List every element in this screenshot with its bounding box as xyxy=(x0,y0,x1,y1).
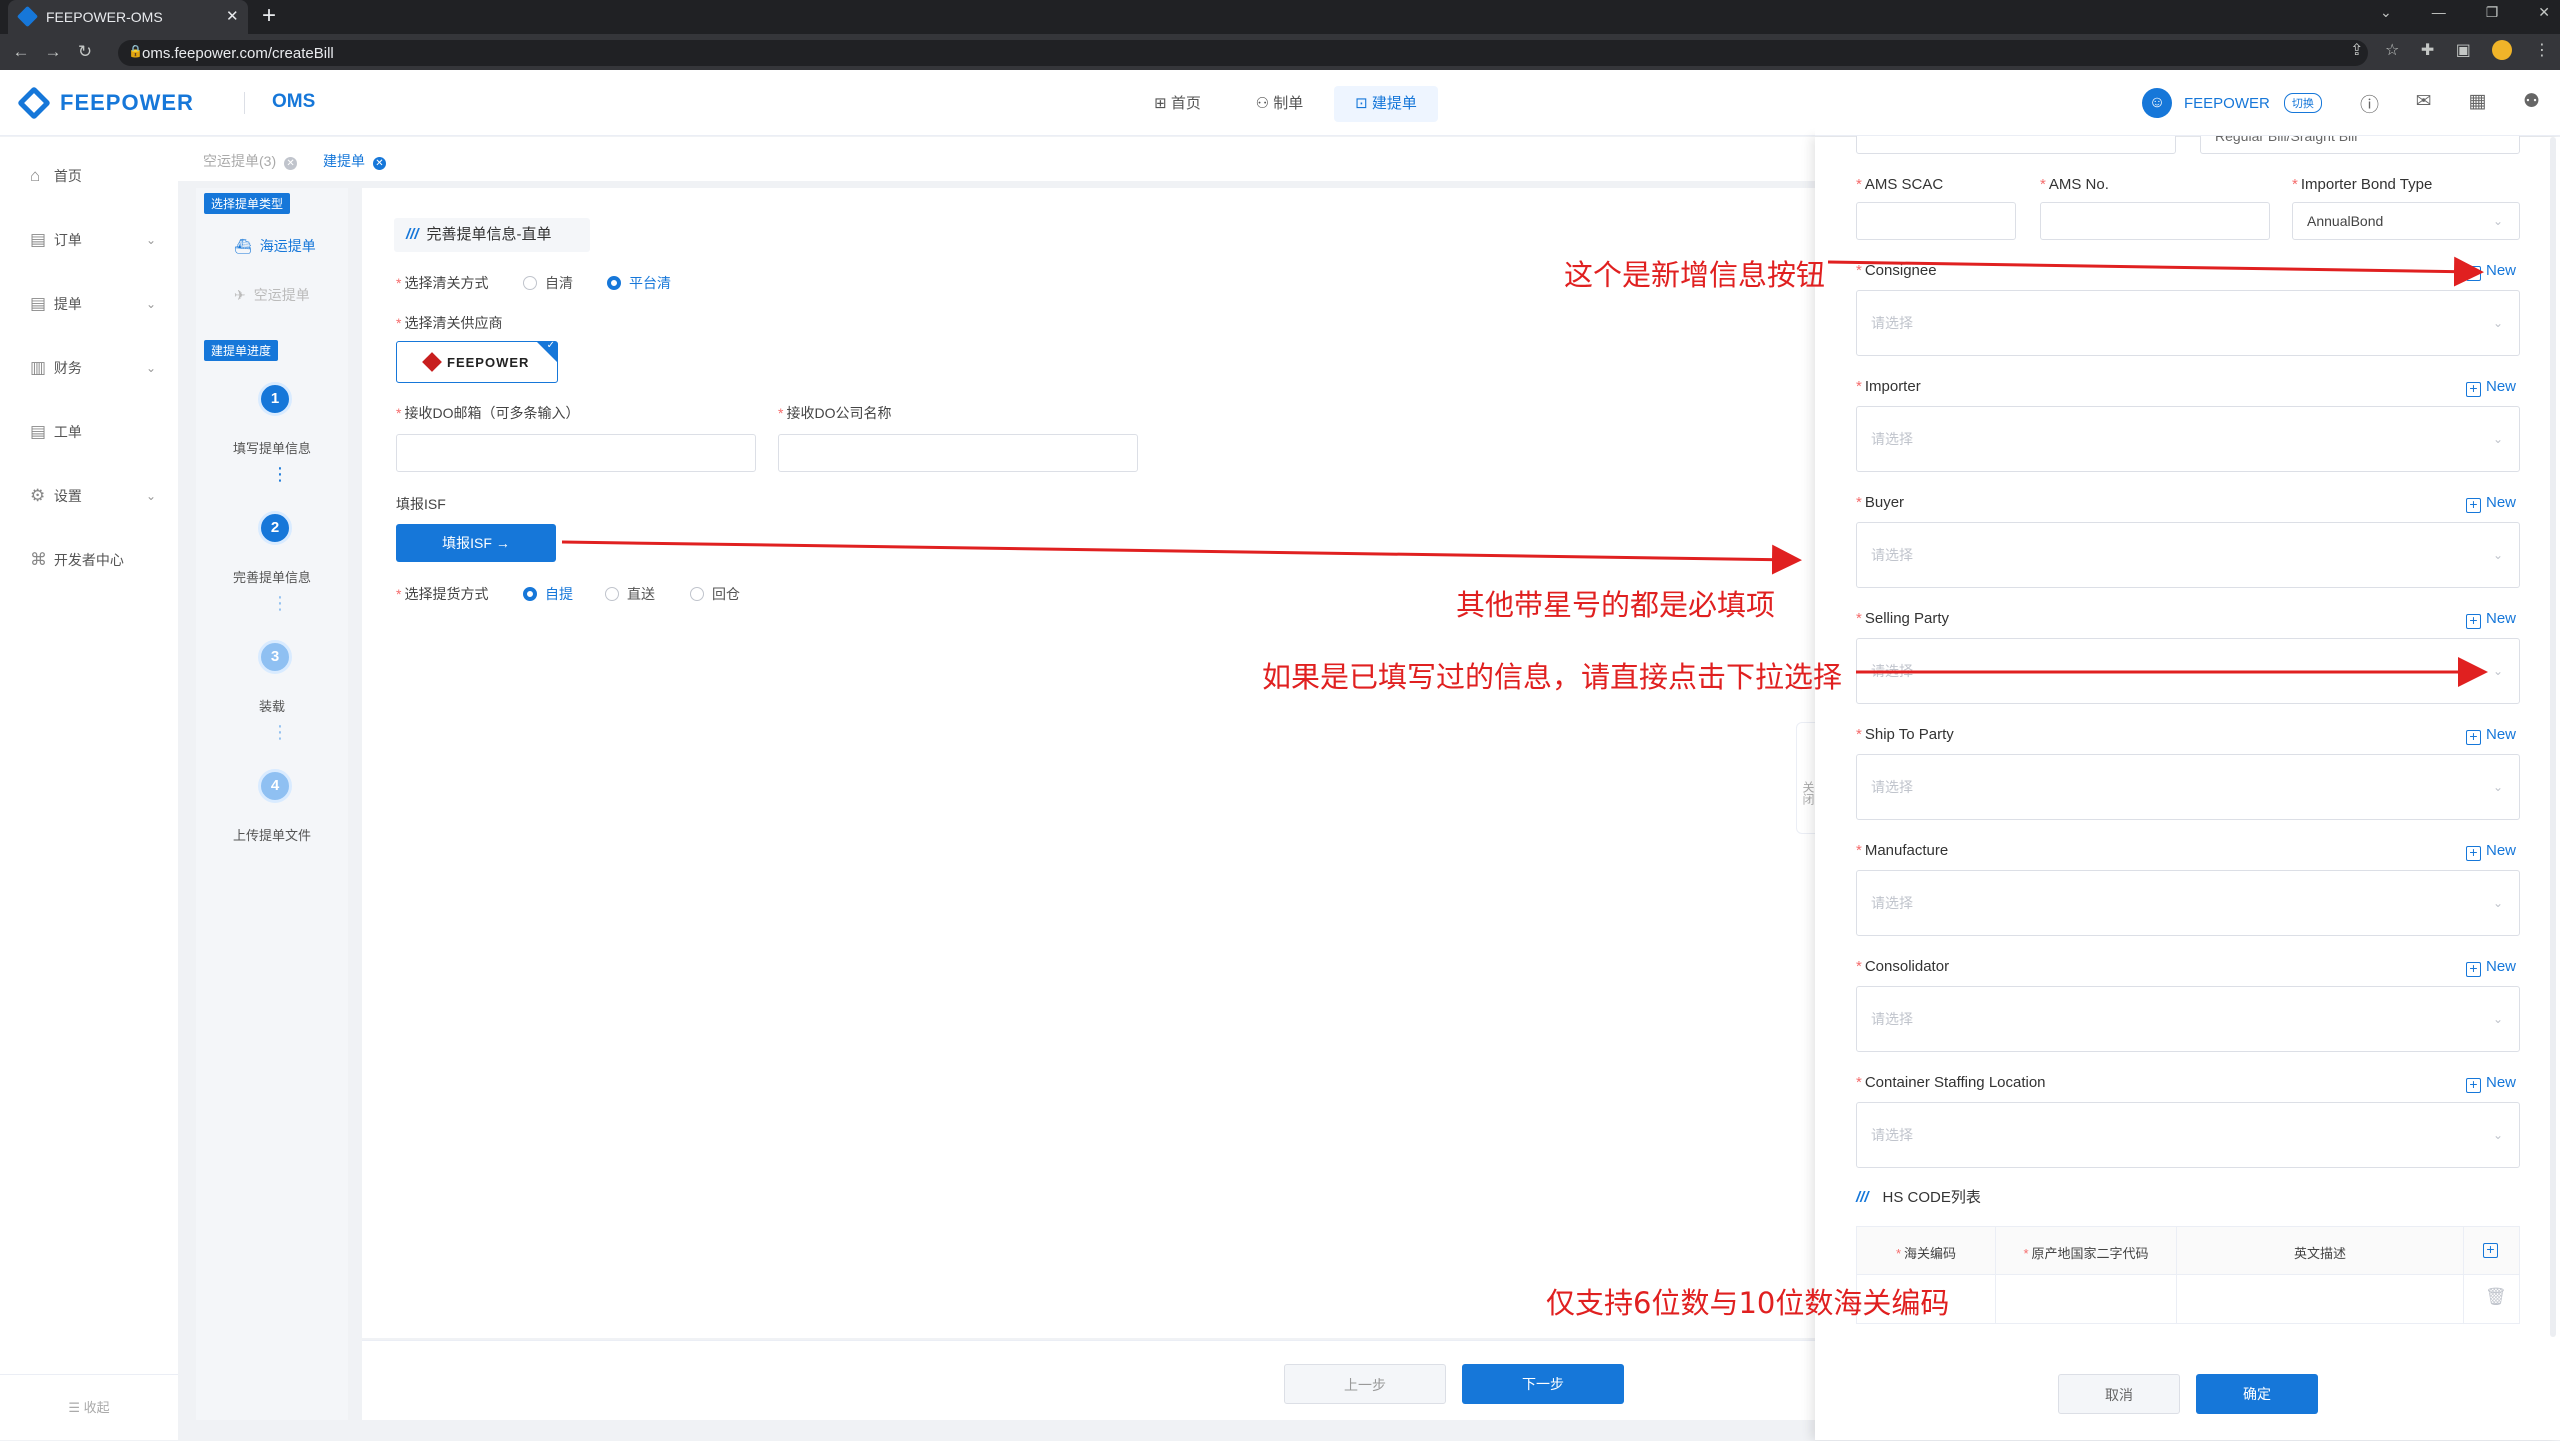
annotation-new-button: 这个是新增信息按钮 xyxy=(1564,258,1826,292)
annotation-dropdown: 如果是已填写过的信息，请直接点击下拉选择 xyxy=(1262,660,1843,694)
arrow-to-drawer xyxy=(561,540,1802,575)
annotation-required: 其他带星号的都是必填项 xyxy=(1456,588,1776,622)
annotation-hs-code: 仅支持6位数与10位数海关编码 xyxy=(1546,1286,1950,1320)
arrow-to-new-button xyxy=(1827,256,2484,287)
annotation-arrows xyxy=(561,256,2488,687)
